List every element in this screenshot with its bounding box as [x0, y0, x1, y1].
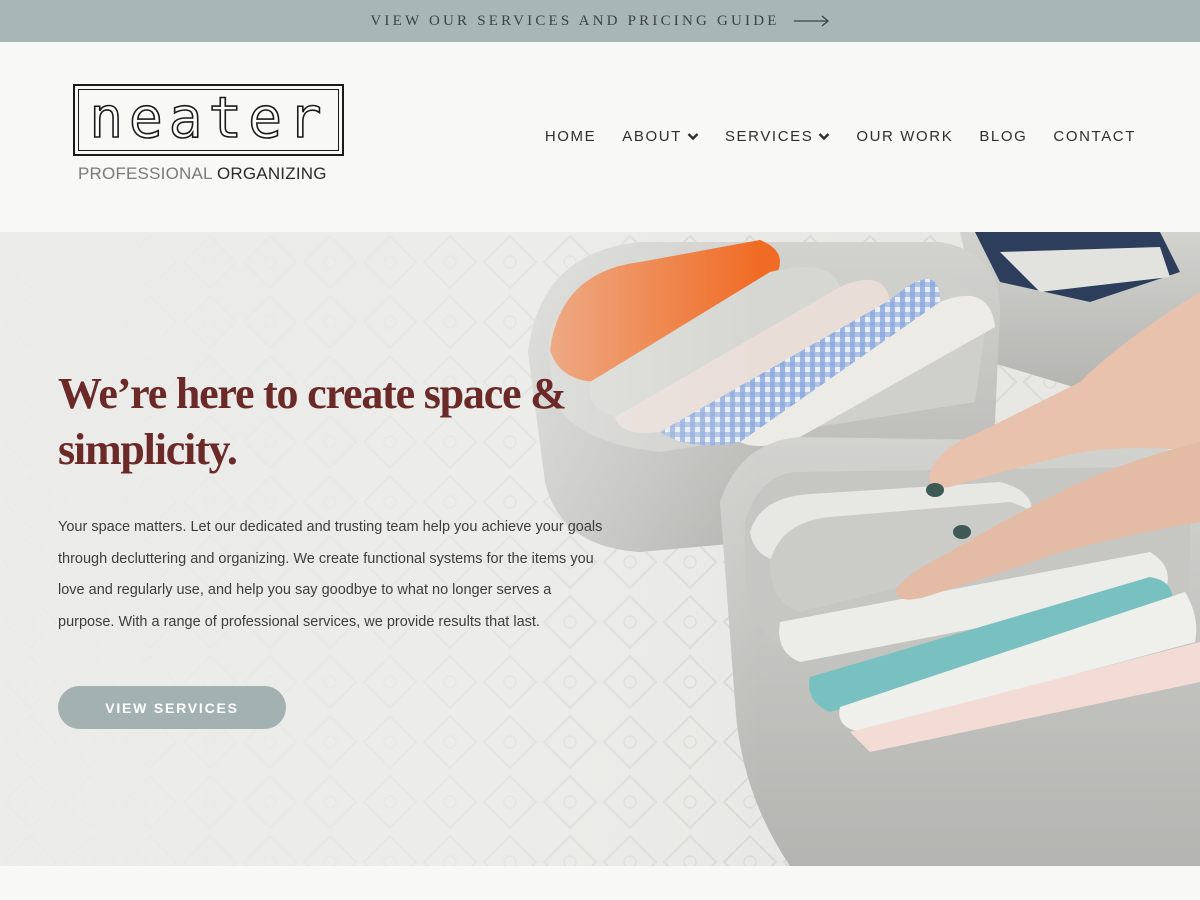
nav-label: BLOG [979, 128, 1028, 145]
nav-label: ABOUT [622, 128, 682, 145]
nav-label: HOME [544, 128, 597, 145]
arrow-right-icon [793, 15, 829, 27]
logo-tagline: PROFESSIONAL ORGANIZING [78, 164, 327, 184]
hero-description: Your space matters. Let our dedicated an… [58, 519, 603, 630]
nav-item-about[interactable]: ABOUT [622, 128, 699, 145]
site-header: neater PROFESSIONAL ORGANIZING HOME ABOU… [0, 42, 1200, 232]
nav-item-services[interactable]: SERVICES [725, 128, 830, 145]
chevron-down-icon [687, 133, 699, 141]
logo-tagline-dark: ORGANIZING [216, 164, 327, 183]
banner-text: View our services and pricing guide [370, 12, 780, 29]
hero-title: We’re here to create space & simplicity. [58, 369, 567, 474]
logo-wordmark: neater [89, 86, 328, 151]
nav-item-our-work[interactable]: OUR WORK [856, 128, 953, 145]
nav-item-home[interactable]: HOME [545, 128, 596, 145]
nav-label: OUR WORK [856, 128, 954, 145]
logo-tagline-light: PROFESSIONAL [78, 164, 213, 183]
hero-section: We’re here to create space & simplicity.… [0, 232, 1200, 866]
nav-item-contact[interactable]: CONTACT [1053, 128, 1136, 145]
logo[interactable]: neater PROFESSIONAL ORGANIZING [73, 84, 345, 226]
view-services-button[interactable]: VIEW SERVICES [58, 686, 286, 729]
nav-item-blog[interactable]: BLOG [979, 128, 1027, 145]
main-nav: HOME ABOUT SERVICES OUR WORK BLOG CONTAC… [545, 128, 1136, 145]
nav-label: SERVICES [724, 128, 814, 145]
chevron-down-icon [818, 133, 830, 141]
top-banner-link[interactable]: View our services and pricing guide [0, 0, 1200, 42]
nav-label: CONTACT [1053, 128, 1136, 145]
